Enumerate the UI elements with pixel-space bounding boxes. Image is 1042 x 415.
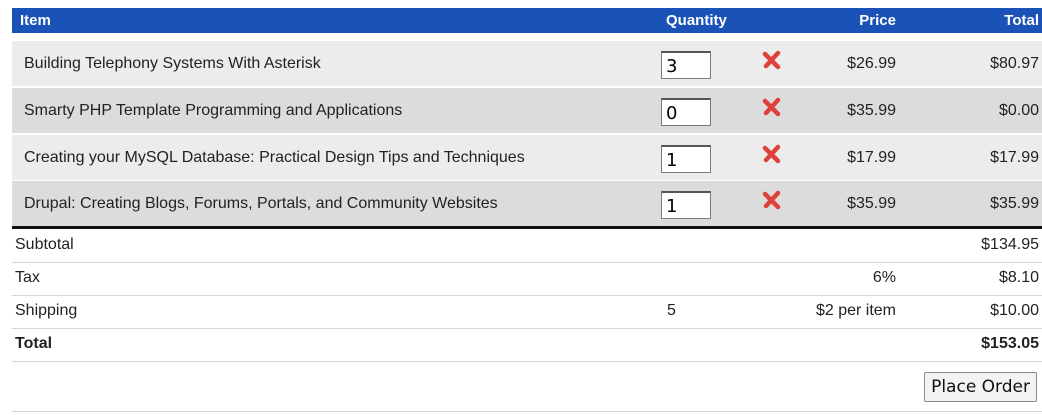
item-price: $17.99	[847, 149, 896, 166]
header-price: Price	[859, 12, 896, 29]
item-total: $17.99	[990, 149, 1039, 166]
cart-item-row: Drupal: Creating Blogs, Forums, Portals,…	[12, 181, 1042, 226]
cart-item-row: Creating your MySQL Database: Practical …	[12, 135, 1042, 180]
item-price: $26.99	[847, 55, 896, 72]
place-order-row: Place Order	[12, 361, 1042, 412]
grand-total-row: Total $153.05	[12, 328, 1042, 362]
header-total: Total	[1004, 12, 1039, 29]
quantity-input[interactable]	[661, 51, 711, 79]
shipping-count: 5	[667, 302, 676, 319]
x-icon[interactable]	[761, 49, 783, 71]
x-icon[interactable]	[761, 143, 783, 165]
quantity-input[interactable]	[661, 98, 711, 126]
x-icon[interactable]	[761, 96, 783, 118]
grand-total-label: Total	[15, 335, 53, 352]
item-title: Smarty PHP Template Programming and Appl…	[24, 102, 403, 119]
tax-label: Tax	[15, 269, 40, 286]
shipping-rate: $2 per item	[815, 302, 896, 319]
shipping-label: Shipping	[15, 302, 78, 319]
tax-value: $8.10	[998, 269, 1039, 286]
tax-rate: 6%	[872, 269, 896, 286]
place-order-button[interactable]: Place Order	[924, 372, 1037, 402]
item-total: $80.97	[990, 55, 1039, 72]
quantity-input[interactable]	[661, 191, 711, 219]
shipping-value: $10.00	[990, 302, 1039, 319]
item-title: Creating your MySQL Database: Practical …	[24, 149, 525, 166]
subtotal-value: $134.95	[981, 236, 1039, 253]
item-total: $0.00	[998, 102, 1039, 119]
header-item: Item	[20, 12, 51, 29]
item-title: Building Telephony Systems With Asterisk	[24, 55, 321, 72]
item-title: Drupal: Creating Blogs, Forums, Portals,…	[24, 195, 498, 212]
cart-item-row: Smarty PHP Template Programming and Appl…	[12, 88, 1042, 133]
subtotal-label: Subtotal	[15, 236, 74, 253]
item-price: $35.99	[847, 102, 896, 119]
shipping-row: Shipping 5 $2 per item $10.00	[12, 295, 1042, 329]
quantity-input[interactable]	[661, 145, 711, 173]
header-quantity: Quantity	[666, 12, 727, 29]
subtotal-row: Subtotal $134.95	[12, 229, 1042, 263]
cart-item-row: Building Telephony Systems With Asterisk…	[12, 41, 1042, 86]
x-icon[interactable]	[761, 189, 783, 211]
tax-row: Tax 6% $8.10	[12, 262, 1042, 296]
item-price: $35.99	[847, 195, 896, 212]
item-total: $35.99	[990, 195, 1039, 212]
grand-total-value: $153.05	[981, 335, 1039, 352]
cart-header: Item Quantity Price Total	[12, 8, 1042, 33]
